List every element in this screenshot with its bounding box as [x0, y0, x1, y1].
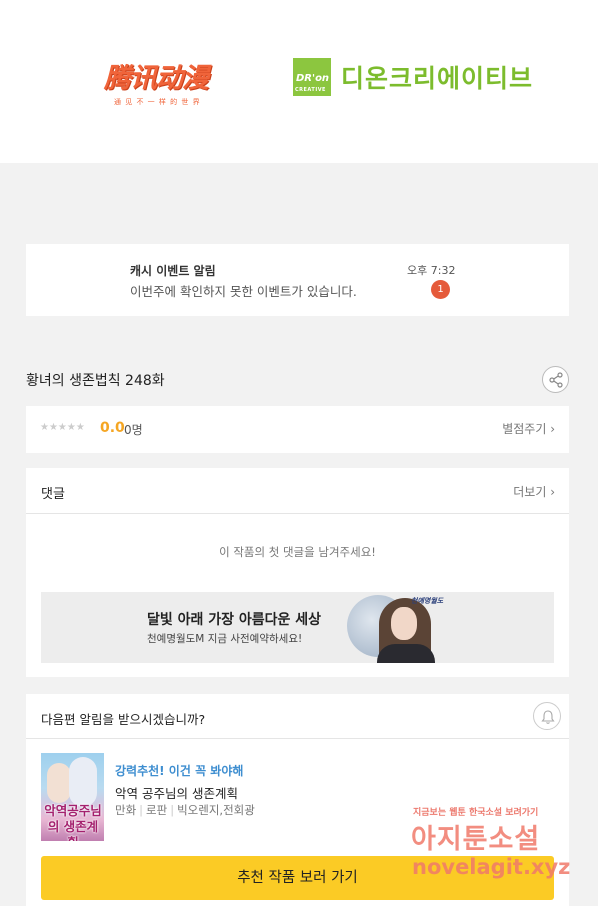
notify-bell-button[interactable] — [533, 702, 561, 730]
dron-logo-mark: DR'on CREATIVE — [293, 58, 331, 96]
dron-mark-subtext: CREATIVE — [295, 87, 326, 93]
ad-banner[interactable]: 달빛 아래 가장 아름다운 세상 천예명월도M 지금 사전예약하세요! 천예명월… — [41, 592, 554, 663]
recommend-label: 강력추천! 이건 꼭 봐야해 — [115, 764, 244, 778]
thumbnail-character-left — [47, 763, 71, 803]
ad-banner-subtitle: 천예명월도M 지금 사전예약하세요! — [147, 633, 303, 645]
share-button[interactable] — [542, 366, 569, 393]
next-episode-question: 다음편 알림을 받으시겠습니까? — [41, 712, 206, 727]
notification-message: 이번주에 확인하지 못한 이벤트가 있습니다. — [130, 284, 357, 299]
header-logo-band: 腾讯动漫 通 见 不 一 样 的 世 界 DR'on CREATIVE 디온크리… — [0, 0, 598, 163]
rating-count: 0명 — [124, 423, 143, 437]
rating-stars: ★★★★★ — [40, 422, 85, 433]
thumbnail-character-right — [69, 757, 97, 807]
genre-tag: 만화 — [115, 803, 137, 817]
meta-separator: | — [139, 803, 144, 817]
ad-game-logo: 천예명월도 — [411, 597, 444, 605]
authors: 빅오렌지,전회광 — [177, 803, 255, 817]
recommended-work-title[interactable]: 악역 공주님의 생존계획 — [115, 783, 238, 802]
comments-empty-message: 이 작품의 첫 댓글을 남겨주세요! — [219, 545, 376, 559]
site-watermark: 지금보는 웹툰 한국소설 보려가기 아지툰소설 novelagit.xyz — [411, 805, 591, 885]
share-icon — [549, 372, 563, 388]
recommended-work-thumbnail[interactable]: 악역공주님의 생존계획 — [41, 753, 104, 841]
episode-title: 황녀의 생존법칙 248화 — [26, 373, 165, 389]
comments-section: 댓글 더보기 › 이 작품의 첫 댓글을 남겨주세요! 달빛 아래 가장 아름다… — [26, 468, 569, 677]
watermark-line-2: 아지툰소설 — [411, 824, 541, 855]
tencent-logo-slogan: 通 见 不 一 样 的 世 界 — [114, 98, 201, 106]
cash-event-notification[interactable]: 캐시 이벤트 알림 이번주에 확인하지 못한 이벤트가 있습니다. 오후 7:3… — [26, 244, 569, 316]
notification-count-badge: 1 — [431, 280, 450, 299]
divider — [26, 738, 569, 739]
bell-icon — [541, 710, 555, 724]
meta-separator: | — [170, 803, 175, 817]
recommended-work-meta: 만화 | 로판 | 빅오렌지,전회광 — [115, 802, 255, 818]
ad-banner-title: 달빛 아래 가장 아름다운 세상 — [147, 612, 322, 628]
give-rating-button[interactable]: 별점주기 › — [502, 420, 555, 437]
rating-bar: ★★★★★ 0.0 0명 별점주기 › — [26, 406, 569, 453]
divider — [26, 513, 569, 514]
notification-title: 캐시 이벤트 알림 — [130, 264, 216, 278]
genre-tag: 로판 — [146, 803, 168, 817]
watermark-line-3: novelagit.xyz — [412, 855, 571, 879]
dron-logo-name: 디온크리에이티브 — [341, 64, 534, 93]
tencent-logo-text: 腾讯动漫 — [104, 63, 209, 94]
comments-more-button[interactable]: 더보기 › — [513, 483, 555, 500]
character-body — [377, 644, 435, 663]
character-face — [391, 607, 417, 640]
tencent-comic-logo: 腾讯动漫 通 见 不 一 样 的 世 界 — [104, 56, 234, 108]
comments-title: 댓글 — [41, 487, 65, 502]
dron-mark-text: DR'on — [296, 73, 330, 84]
notification-time: 오후 7:32 — [407, 264, 456, 277]
rating-score: 0.0 — [100, 420, 125, 436]
thumbnail-title-art: 악역공주님의 생존계획 — [44, 803, 102, 841]
